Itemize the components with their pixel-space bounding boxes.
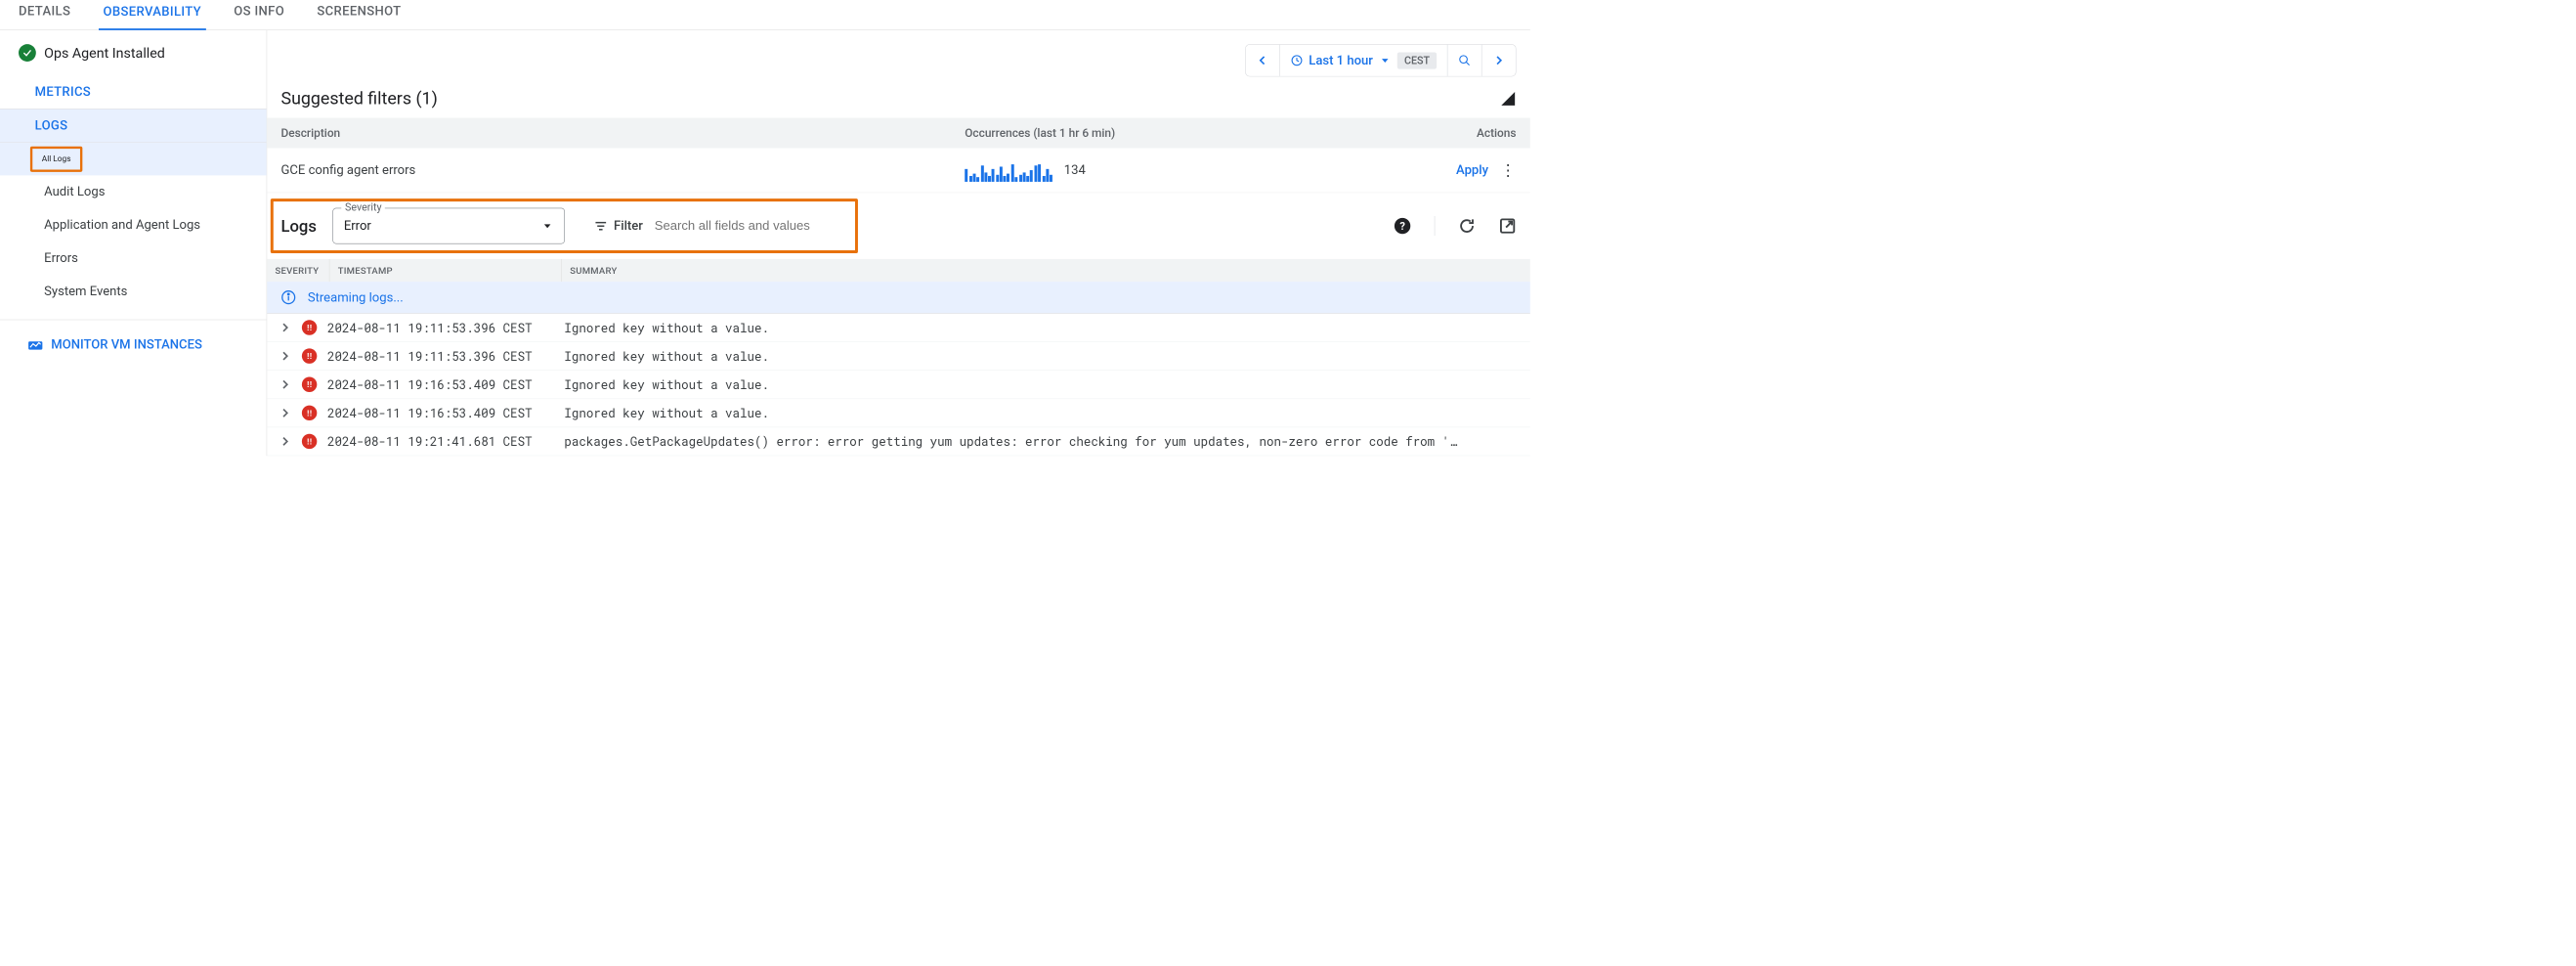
sidebar-item-app-agent-logs[interactable]: Application and Agent Logs	[0, 208, 267, 242]
sidebar: Ops Agent Installed METRICS LOGS All Log…	[0, 30, 267, 456]
chevron-right-icon	[279, 321, 291, 333]
filter-button[interactable]: Filter	[594, 219, 643, 234]
monitor-vm-instances-link[interactable]: MONITOR VM INSTANCES	[0, 320, 267, 370]
log-summary: Ignored key without a value.	[564, 348, 1519, 365]
time-range-label: Last 1 hour	[1309, 53, 1373, 67]
chevron-right-icon	[279, 350, 291, 363]
sidebar-item-errors[interactable]: Errors	[0, 242, 267, 275]
log-row[interactable]: !! 2024-08-11 19:11:53.396 CEST Ignored …	[267, 342, 1530, 371]
tab-details[interactable]: DETAILS	[14, 4, 75, 29]
ops-agent-status: Ops Agent Installed	[0, 44, 267, 75]
log-timestamp: 2024-08-11 19:21:41.681 CEST	[327, 433, 554, 450]
error-severity-icon: !!	[302, 320, 317, 334]
tab-observability[interactable]: OBSERVABILITY	[99, 5, 206, 30]
log-summary: Ignored key without a value.	[564, 405, 1519, 421]
log-row[interactable]: !! 2024-08-11 19:16:53.409 CEST Ignored …	[267, 371, 1530, 399]
log-summary: Ignored key without a value.	[564, 376, 1519, 393]
time-prev-button[interactable]	[1246, 45, 1280, 76]
severity-field-label: Severity	[341, 201, 385, 213]
help-icon[interactable]: ?	[1394, 217, 1411, 235]
log-row[interactable]: !! 2024-08-11 19:16:53.409 CEST Ignored …	[267, 399, 1530, 427]
chevron-right-icon	[279, 435, 291, 448]
filter-description: GCE config agent errors	[280, 163, 965, 178]
sidebar-item-all-logs[interactable]: All Logs	[32, 149, 80, 169]
suggested-filters-header: Suggested filters (1)	[267, 88, 1530, 117]
caret-down-icon	[541, 220, 554, 233]
log-timestamp: 2024-08-11 19:11:53.396 CEST	[327, 348, 554, 365]
monitor-label: MONITOR VM INSTANCES	[51, 337, 202, 352]
col-summary: SUMMARY	[562, 259, 1530, 282]
suggested-filter-row: GCE config agent errors 134	[267, 148, 1530, 193]
ops-agent-label: Ops Agent Installed	[44, 45, 165, 62]
col-severity: SEVERITY	[267, 259, 329, 282]
suggested-filters-columns: Description Occurrences (last 1 hr 6 min…	[267, 118, 1530, 149]
filter-occurrences: 134	[965, 158, 1446, 182]
log-timestamp: 2024-08-11 19:11:53.396 CEST	[327, 320, 554, 336]
logs-search-input[interactable]	[655, 218, 1383, 233]
chevron-right-icon	[279, 378, 291, 391]
severity-select[interactable]: Severity Error	[333, 208, 566, 244]
tab-screenshot[interactable]: SCREENSHOT	[313, 4, 407, 29]
sidebar-item-system-events[interactable]: System Events	[0, 275, 267, 308]
chevron-right-icon	[279, 407, 291, 419]
log-timestamp: 2024-08-11 19:16:53.409 CEST	[327, 376, 554, 393]
log-summary: packages.GetPackageUpdates() error: erro…	[564, 433, 1519, 450]
log-timestamp: 2024-08-11 19:16:53.409 CEST	[327, 405, 554, 421]
time-search-button[interactable]	[1447, 45, 1481, 76]
log-row[interactable]: !! 2024-08-11 19:21:41.681 CEST packages…	[267, 427, 1530, 456]
clock-icon	[1290, 54, 1303, 66]
refresh-icon[interactable]	[1458, 217, 1476, 235]
caret-down-icon	[1379, 54, 1392, 66]
log-summary: Ignored key without a value.	[564, 320, 1519, 336]
streaming-logs-banner: Streaming logs...	[267, 282, 1530, 314]
col-timestamp: TIMESTAMP	[329, 259, 562, 282]
sidebar-item-audit-logs[interactable]: Audit Logs	[0, 175, 267, 208]
col-occurrences: Occurrences (last 1 hr 6 min)	[965, 126, 1446, 140]
occurrence-count: 134	[1064, 163, 1086, 178]
error-severity-icon: !!	[302, 348, 317, 363]
filter-label: Filter	[614, 219, 643, 234]
time-next-button[interactable]	[1481, 45, 1515, 76]
error-severity-icon: !!	[302, 377, 317, 392]
filter-icon	[594, 219, 608, 233]
top-tabs: DETAILS OBSERVABILITY OS INFO SCREENSHOT	[0, 0, 1530, 30]
col-description: Description	[280, 126, 965, 140]
divider	[1435, 216, 1436, 236]
col-actions: Actions	[1446, 126, 1516, 140]
severity-value: Error	[344, 219, 371, 234]
sidebar-section-metrics[interactable]: METRICS	[0, 75, 267, 109]
sidebar-section-logs[interactable]: LOGS	[0, 109, 267, 143]
log-table-header: SEVERITY TIMESTAMP SUMMARY	[267, 259, 1530, 282]
info-icon	[280, 289, 295, 304]
filter-more-menu[interactable]: ⋮	[1500, 160, 1517, 180]
apply-filter-button[interactable]: Apply	[1456, 163, 1488, 178]
chart-icon	[28, 339, 43, 351]
check-circle-icon	[19, 44, 36, 62]
logs-title: Logs	[280, 216, 316, 236]
streaming-label: Streaming logs...	[308, 290, 404, 305]
time-range-button[interactable]: Last 1 hour CEST	[1280, 45, 1448, 76]
logs-filter-bar: Logs Severity Error Filter ?	[267, 193, 1530, 259]
tab-os-info[interactable]: OS INFO	[230, 4, 289, 29]
log-row[interactable]: !! 2024-08-11 19:11:53.396 CEST Ignored …	[267, 314, 1530, 342]
svg-text:?: ?	[1399, 220, 1405, 233]
occurrences-sparkline	[965, 158, 1052, 182]
error-severity-icon: !!	[302, 406, 317, 420]
open-external-icon[interactable]	[1499, 217, 1517, 235]
suggested-filters-title: Suggested filters (1)	[280, 88, 437, 109]
time-range-bar: Last 1 hour CEST	[267, 30, 1530, 88]
timezone-badge: CEST	[1397, 52, 1437, 68]
search-icon	[1458, 54, 1471, 66]
error-severity-icon: !!	[302, 434, 317, 449]
main-content: Last 1 hour CEST Suggested filters (1)	[267, 30, 1530, 456]
collapse-icon[interactable]	[1500, 90, 1517, 107]
highlight-all-logs: All Logs	[30, 147, 82, 172]
time-range-picker: Last 1 hour CEST	[1245, 44, 1517, 76]
